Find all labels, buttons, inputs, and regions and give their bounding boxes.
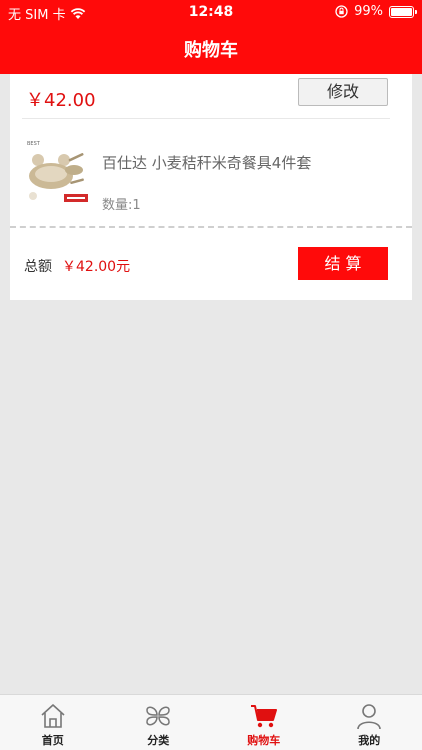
tab-bar: 首页 分类 购物车 我的 <box>0 694 422 750</box>
tab-category-label: 分类 <box>147 734 170 747</box>
category-icon <box>146 706 171 726</box>
dashed-divider <box>10 226 412 228</box>
battery-percent: 99% <box>354 4 383 19</box>
product-name[interactable]: 百仕达 小麦秸秆米奇餐具4件套 <box>102 152 311 173</box>
tableware-product-image: BEST <box>24 136 90 208</box>
tab-category[interactable]: 分类 <box>106 695 212 750</box>
tab-profile[interactable]: 我的 <box>317 695 422 750</box>
product-image[interactable]: BEST <box>24 136 90 208</box>
edit-button[interactable]: 修改 <box>298 78 388 106</box>
tab-profile-label: 我的 <box>358 734 381 747</box>
top-bar: 无 SIM 卡 12:48 99% 购物车 <box>0 0 422 74</box>
tab-cart[interactable]: 购物车 <box>211 695 317 750</box>
total-value: ￥42.00元 <box>62 259 131 275</box>
store-subtotal: ￥42.00 <box>26 90 96 111</box>
card-scalloped-edge <box>10 297 412 303</box>
checkout-button[interactable]: 结 算 <box>298 247 388 280</box>
cart-card: ￥42.00 修改 BEST 百仕达 小麦秸秆米奇餐具4件套 数量:1 总额 ￥… <box>10 74 412 303</box>
tab-cart-label: 购物车 <box>247 734 281 747</box>
tab-home-label: 首页 <box>41 734 64 747</box>
status-bar: 无 SIM 卡 12:48 99% <box>0 0 422 24</box>
orientation-lock-icon <box>335 5 348 18</box>
tab-home[interactable]: 首页 <box>0 695 106 750</box>
status-right: 99% <box>335 4 417 19</box>
product-quantity: 数量:1 <box>102 198 141 213</box>
profile-icon <box>357 704 382 730</box>
home-icon <box>41 704 65 728</box>
divider <box>22 118 390 119</box>
total-label: 总额 <box>24 259 52 275</box>
svg-text:BEST: BEST <box>27 141 41 147</box>
battery-icon <box>389 5 417 18</box>
page-title: 购物车 <box>184 40 238 61</box>
cart-icon <box>250 705 277 728</box>
